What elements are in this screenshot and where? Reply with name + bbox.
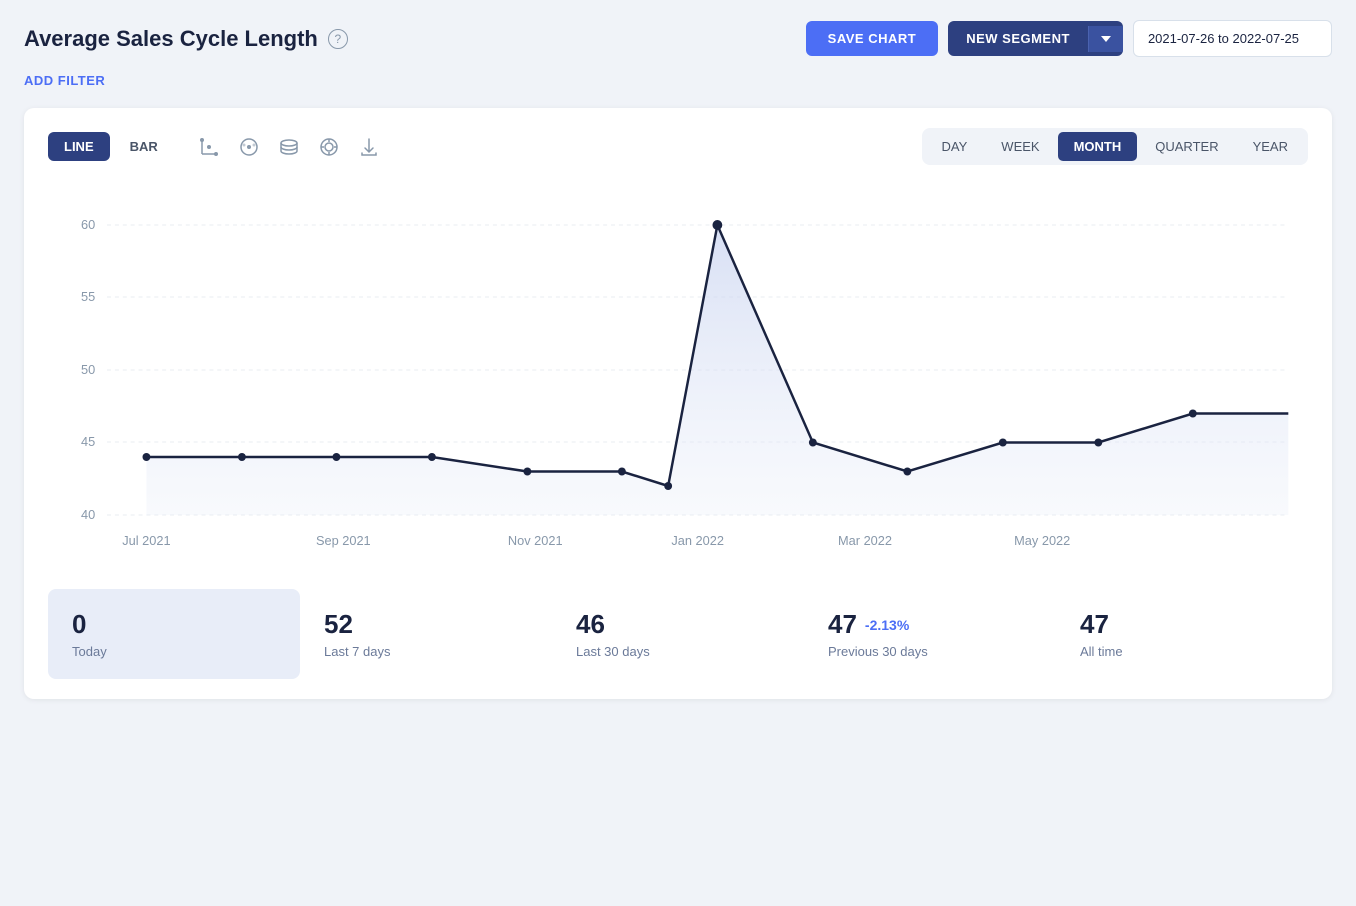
gauge-icon[interactable] [238, 136, 260, 158]
date-range-text: 2021-07-26 to 2022-07-25 [1148, 31, 1299, 46]
stat-last7: 52 Last 7 days [300, 589, 552, 679]
data-point [999, 439, 1007, 447]
btn-year[interactable]: YEAR [1237, 132, 1304, 161]
data-point [143, 453, 151, 461]
btn-month[interactable]: MONTH [1058, 132, 1138, 161]
time-period-group: DAY WEEK MONTH QUARTER YEAR [922, 128, 1308, 165]
data-point [903, 468, 911, 476]
data-point [523, 468, 531, 476]
svg-text:55: 55 [81, 289, 95, 304]
chart-area: 60 55 50 45 40 Jul 2021 Sep 2021 Nov 202… [48, 185, 1308, 565]
stat-prev30: 47 -2.13% Previous 30 days [804, 589, 1056, 679]
chart-card: LINE BAR [24, 108, 1332, 699]
header-actions: SAVE CHART NEW SEGMENT 2021-07-26 to 202… [806, 20, 1332, 57]
chevron-down-icon [1101, 36, 1111, 42]
add-filter-button[interactable]: ADD FILTER [24, 73, 1332, 88]
svg-text:Jul 2021: Jul 2021 [122, 533, 170, 548]
svg-text:40: 40 [81, 507, 95, 522]
title-area: Average Sales Cycle Length ? [24, 26, 348, 52]
stat-last30-label: Last 30 days [576, 644, 780, 659]
svg-text:45: 45 [81, 434, 95, 449]
stat-last30: 46 Last 30 days [552, 589, 804, 679]
left-toolbar: LINE BAR [48, 132, 380, 161]
svg-text:Nov 2021: Nov 2021 [508, 533, 563, 548]
chart-type-group: LINE BAR [48, 132, 174, 161]
svg-text:50: 50 [81, 362, 95, 377]
page-header: Average Sales Cycle Length ? SAVE CHART … [24, 20, 1332, 57]
date-chevron-icon [1307, 36, 1317, 42]
chart-toolbar: LINE BAR [48, 128, 1308, 165]
data-point [428, 453, 436, 461]
data-point [1094, 439, 1102, 447]
chart-icons [198, 136, 380, 158]
save-chart-button[interactable]: SAVE CHART [806, 21, 939, 56]
stat-last7-label: Last 7 days [324, 644, 528, 659]
svg-text:Mar 2022: Mar 2022 [838, 533, 892, 548]
new-segment-dropdown[interactable] [1088, 26, 1123, 52]
data-point [809, 439, 817, 447]
stat-prev30-label: Previous 30 days [828, 644, 1032, 659]
page-title: Average Sales Cycle Length [24, 26, 318, 52]
stat-today-label: Today [72, 644, 276, 659]
btn-day[interactable]: DAY [926, 132, 984, 161]
chart-type-line[interactable]: LINE [48, 132, 110, 161]
stats-row: 0 Today 52 Last 7 days 46 Last 30 days 4… [48, 589, 1308, 679]
svg-text:60: 60 [81, 217, 95, 232]
btn-quarter[interactable]: QUARTER [1139, 132, 1234, 161]
svg-text:May 2022: May 2022 [1014, 533, 1070, 548]
svg-text:Sep 2021: Sep 2021 [316, 533, 371, 548]
data-point [238, 453, 246, 461]
data-point [664, 482, 672, 490]
stat-alltime: 47 All time [1056, 589, 1308, 679]
data-point [332, 453, 340, 461]
new-segment-label: NEW SEGMENT [948, 21, 1088, 56]
download-icon[interactable] [358, 136, 380, 158]
help-icon[interactable]: ? [328, 29, 348, 49]
stat-last30-value: 46 [576, 609, 780, 640]
stat-today-value: 0 [72, 609, 276, 640]
date-range-button[interactable]: 2021-07-26 to 2022-07-25 [1133, 20, 1332, 57]
stat-alltime-label: All time [1080, 644, 1284, 659]
btn-week[interactable]: WEEK [985, 132, 1055, 161]
stack-icon[interactable] [278, 136, 300, 158]
svg-text:Jan 2022: Jan 2022 [671, 533, 724, 548]
stat-prev30-change: -2.13% [865, 617, 909, 633]
data-point-peak [712, 220, 722, 230]
data-point [1189, 410, 1197, 418]
data-point [618, 468, 626, 476]
stat-prev30-value: 47 -2.13% [828, 609, 1032, 640]
chart-type-bar[interactable]: BAR [114, 132, 174, 161]
new-segment-button[interactable]: NEW SEGMENT [948, 21, 1123, 56]
line-chart: 60 55 50 45 40 Jul 2021 Sep 2021 Nov 202… [48, 185, 1308, 565]
stat-last7-value: 52 [324, 609, 528, 640]
axis-icon[interactable] [198, 136, 220, 158]
target-icon[interactable] [318, 136, 340, 158]
stat-today: 0 Today [48, 589, 300, 679]
stat-alltime-value: 47 [1080, 609, 1284, 640]
